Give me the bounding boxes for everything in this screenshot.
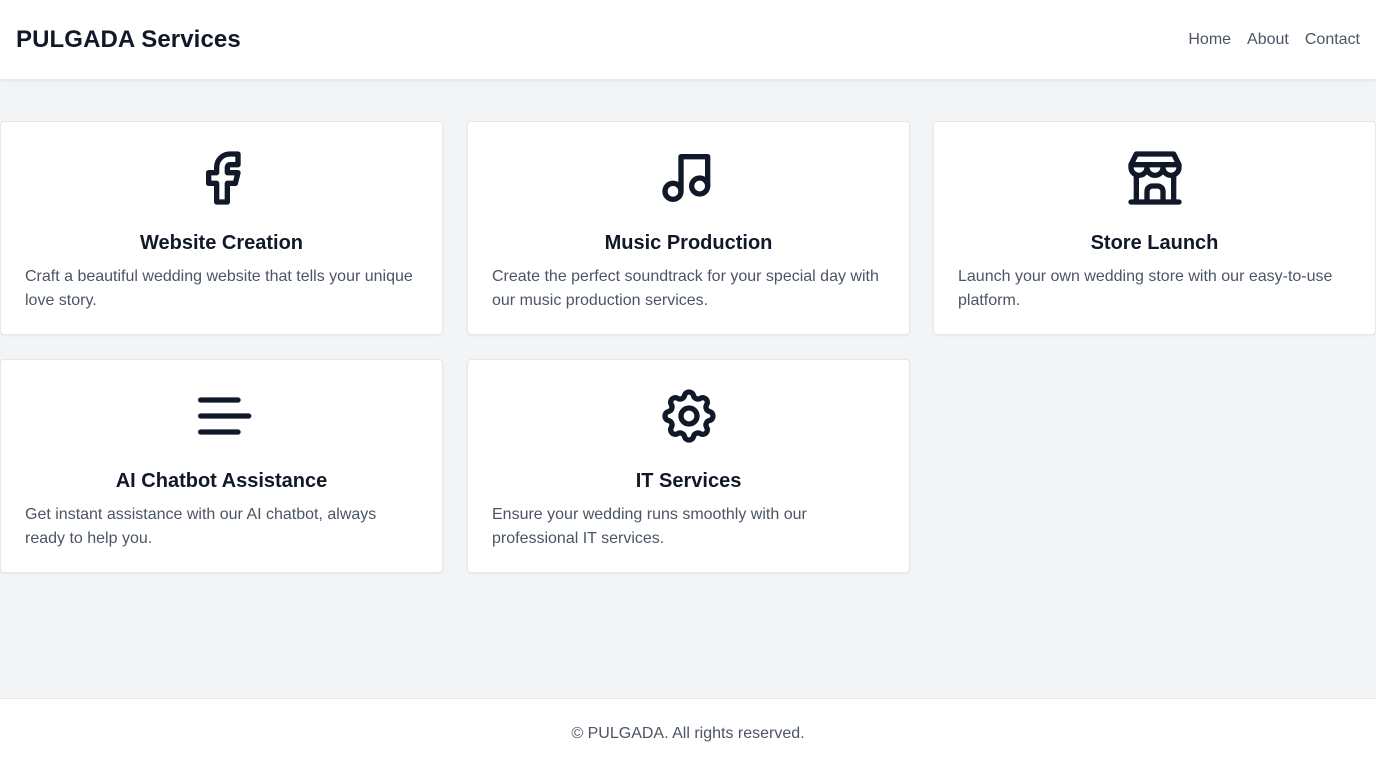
copyright-text: © PULGADA. All rights reserved. [571,724,805,742]
main-nav: Home About Contact [1188,31,1360,49]
service-description: Ensure your wedding runs smoothly with o… [492,506,807,547]
service-title: IT Services [635,470,742,492]
brand-title[interactable]: PULGADA Services [16,26,241,54]
service-title: Store Launch [1090,232,1219,254]
service-title: Website Creation [140,232,303,254]
service-card-ai-chatbot: AI Chatbot Assistance Get instant assist… [0,359,443,573]
site-header: PULGADA Services Home About Contact [0,0,1376,80]
nav-contact-link[interactable]: Contact [1305,31,1360,49]
service-description: Get instant assistance with our AI chatb… [25,506,377,547]
service-description: Launch your own wedding store with our e… [958,268,1333,309]
music-note-icon [657,146,721,210]
nav-about-link[interactable]: About [1247,31,1289,49]
service-title: Music Production [604,232,773,254]
gear-icon [657,384,721,448]
service-card-it-services: IT Services Ensure your wedding runs smo… [467,359,910,573]
text-lines-icon [190,384,254,448]
service-description: Create the perfect soundtrack for your s… [492,268,879,309]
service-description: Craft a beautiful wedding website that t… [25,268,413,309]
service-card-website-creation: Website Creation Craft a beautiful weddi… [0,121,443,335]
store-icon [1123,146,1187,210]
nav-home-link[interactable]: Home [1188,31,1231,49]
site-footer: © PULGADA. All rights reserved. [0,698,1376,768]
facebook-icon [190,146,254,210]
service-card-music-production: Music Production Create the perfect soun… [467,121,910,335]
service-title: AI Chatbot Assistance [115,470,328,492]
service-card-store-launch: Store Launch Launch your own wedding sto… [933,121,1376,335]
